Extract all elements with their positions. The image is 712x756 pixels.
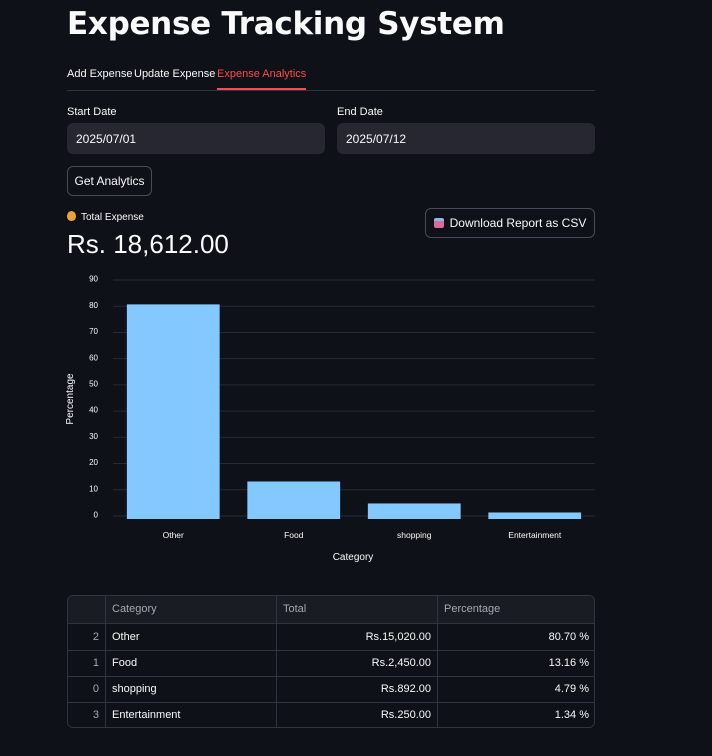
row-total: Rs.892.00	[277, 676, 438, 702]
total-expense-label: Total Expense	[81, 212, 144, 223]
money-bag-icon	[67, 211, 76, 221]
column-header-total[interactable]: Total	[277, 596, 438, 623]
y-tick-label: 90	[89, 275, 98, 284]
row-total: Rs.15,020.00	[277, 624, 438, 650]
y-tick-label: 10	[89, 484, 98, 493]
row-total: Rs.2,450.00	[277, 650, 438, 676]
x-tick-label: shopping	[397, 530, 432, 540]
end-date-input[interactable]	[337, 123, 595, 154]
row-percentage: 1.34 %	[554, 709, 589, 721]
bar-shopping[interactable]	[367, 503, 461, 519]
row-percentage: 80.70 %	[548, 631, 589, 643]
category-percentage-bar-chart: 0 10 20 30 40 50 60 70 80 90 Other Food shopping Ent…	[65, 275, 595, 563]
y-tick-label: 40	[89, 406, 98, 415]
tab-update-expense[interactable]: Update Expense	[134, 60, 215, 89]
table-row[interactable]: 1 Food Rs.2,450.00 13.16 %	[68, 650, 594, 677]
y-tick-label: 50	[89, 379, 98, 388]
y-axis-label: Percentage	[65, 373, 76, 425]
row-category: shopping	[106, 676, 277, 702]
total-expense-value: Rs. 18,612.00	[67, 229, 229, 259]
bar-other[interactable]	[126, 304, 220, 519]
download-csv-button[interactable]: Download Report as CSV	[425, 208, 595, 238]
y-tick-label: 80	[89, 301, 98, 310]
tab-add-expense[interactable]: Add Expense	[67, 60, 132, 89]
page-title: Expense Tracking System	[67, 6, 505, 42]
bar-entertainment[interactable]	[488, 512, 582, 519]
get-analytics-button[interactable]: Get Analytics	[67, 166, 152, 196]
y-tick-label: 0	[94, 511, 99, 520]
bar-food[interactable]	[247, 481, 341, 519]
column-header-percentage[interactable]: Percentage	[438, 596, 594, 623]
y-tick-label: 60	[89, 353, 98, 362]
x-tick-label: Other	[163, 530, 184, 540]
start-date-input[interactable]	[67, 123, 325, 154]
row-category: Entertainment	[106, 702, 277, 727]
chart-bars	[126, 304, 582, 519]
y-axis-ticks: 0 10 20 30 40 50 60 70 80 90	[89, 275, 98, 520]
table-row[interactable]: 2 Other Rs.15,020.00 80.70 %	[68, 624, 594, 651]
row-percentage: 4.79 %	[554, 683, 589, 695]
y-tick-label: 30	[89, 432, 98, 441]
row-index: 0	[68, 676, 106, 702]
x-tick-label: Food	[284, 530, 304, 540]
tab-expense-analytics[interactable]: Expense Analytics	[217, 60, 307, 90]
x-axis-label: Category	[333, 552, 374, 563]
expense-breakdown-table: Category Total Percentage 2 Other Rs.15,…	[67, 595, 595, 728]
row-index: 2	[68, 624, 106, 650]
download-csv-label: Download Report as CSV	[449, 216, 587, 230]
inbox-tray-icon	[433, 218, 444, 228]
row-category: Food	[106, 650, 277, 676]
row-category: Other	[106, 624, 277, 650]
x-tick-label: Entertainment	[508, 530, 562, 540]
x-axis-ticks: Other Food shopping Entertainment	[163, 530, 562, 540]
y-tick-label: 70	[89, 327, 98, 336]
table-row[interactable]: 3 Entertainment Rs.250.00 1.34 %	[68, 702, 594, 727]
column-header-index[interactable]	[68, 596, 106, 623]
row-total: Rs.250.00	[277, 702, 438, 727]
row-percentage: 13.16 %	[548, 657, 589, 669]
table-row[interactable]: 0 shopping Rs.892.00 4.79 %	[68, 676, 594, 703]
column-header-category[interactable]: Category	[106, 596, 277, 623]
start-date-label: Start Date	[67, 106, 117, 118]
row-index: 3	[68, 702, 106, 727]
y-tick-label: 20	[89, 458, 98, 467]
tab-bar: Add Expense Update Expense Expense Analy…	[67, 60, 595, 91]
row-index: 1	[68, 650, 106, 676]
total-expense-metric: Total Expense	[67, 211, 144, 223]
end-date-label: End Date	[337, 106, 383, 118]
table-header: Category Total Percentage	[68, 596, 594, 624]
